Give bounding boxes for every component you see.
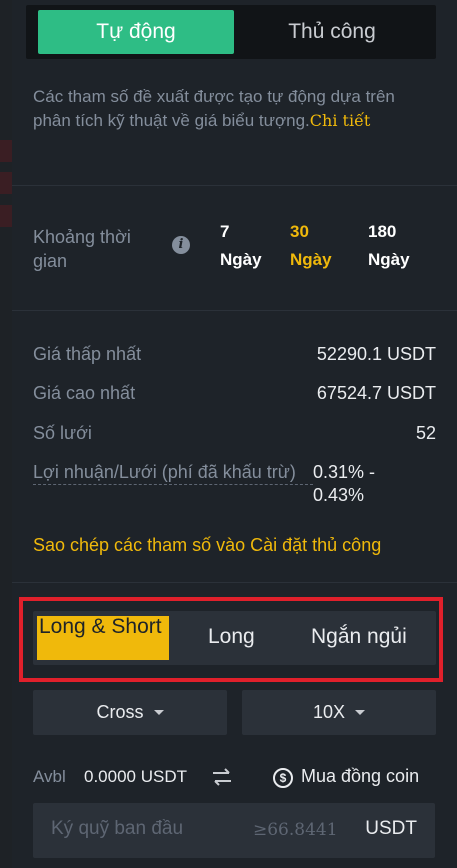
left-edge-mark [0, 205, 12, 227]
divider [12, 185, 457, 186]
divider [12, 310, 457, 311]
period-option-7[interactable]: 7 Ngày [220, 218, 262, 274]
transfer-arrows-icon[interactable] [211, 768, 233, 786]
highest-price-value: 67524.7 USDT [316, 383, 436, 403]
avbl-label: Avbl [33, 767, 66, 786]
auto-mode-button[interactable]: Tự động [38, 10, 234, 54]
period-number: 30 [290, 222, 309, 241]
period-number: 7 [220, 222, 230, 241]
initial-margin-min-hint: ≥66.8441 [253, 820, 338, 840]
period-label: Khoảng thời gian [33, 227, 131, 271]
auto-description: Các tham số đề xuất được tạo tự động dựa… [33, 85, 433, 133]
profit-per-grid-label: Lợi nhuận/Lưới (phí đã khấu trừ) [33, 461, 313, 485]
caret-down-icon [153, 710, 164, 715]
leverage-select[interactable]: 10X [242, 690, 436, 735]
grid-count-value: 52 [415, 423, 436, 443]
lowest-price-value: 52290.1 USDT [316, 344, 436, 364]
dollar-coin-icon[interactable]: $ [273, 768, 293, 788]
period-unit: Ngày [290, 250, 332, 269]
left-panel-edge [0, 0, 12, 868]
manual-mode-button[interactable]: Thủ công [234, 10, 430, 54]
mode-toggle: Tự động Thủ công [26, 5, 436, 59]
info-icon[interactable]: i [172, 236, 190, 254]
lowest-price-label: Giá thấp nhất [33, 344, 142, 364]
copy-params-link[interactable]: Sao chép các tham số vào Cài đặt thủ côn… [33, 535, 381, 556]
period-unit: Ngày [220, 250, 262, 269]
initial-margin-placeholder: Ký quỹ ban đầu [51, 818, 184, 839]
divider [12, 582, 457, 583]
avbl-value: 0.0000 USDT [84, 767, 187, 786]
left-edge-mark [0, 172, 12, 194]
margin-mode-value: Cross [96, 702, 144, 722]
buy-coin-link[interactable]: Mua đồng coin [301, 766, 419, 787]
period-unit: Ngày [368, 250, 410, 269]
details-link[interactable]: Chi tiết [310, 111, 371, 130]
margin-mode-select[interactable]: Cross [33, 690, 227, 735]
period-number: 180 [368, 222, 397, 241]
grid-count-label: Số lưới [33, 423, 92, 443]
left-edge-mark [0, 140, 12, 162]
period-option-180[interactable]: 180 Ngày [368, 218, 410, 274]
highest-price-label: Giá cao nhất [33, 383, 136, 403]
highlight-frame [19, 597, 443, 682]
caret-down-icon [355, 710, 366, 715]
initial-margin-unit: USDT [365, 818, 417, 839]
period-option-30[interactable]: 30 Ngày [290, 218, 332, 274]
initial-margin-field[interactable]: Ký quỹ ban đầu ≥66.8441 USDT [33, 803, 435, 858]
profit-per-grid-value: 0.31% - 0.43% [313, 462, 376, 505]
leverage-value: 10X [312, 702, 346, 722]
